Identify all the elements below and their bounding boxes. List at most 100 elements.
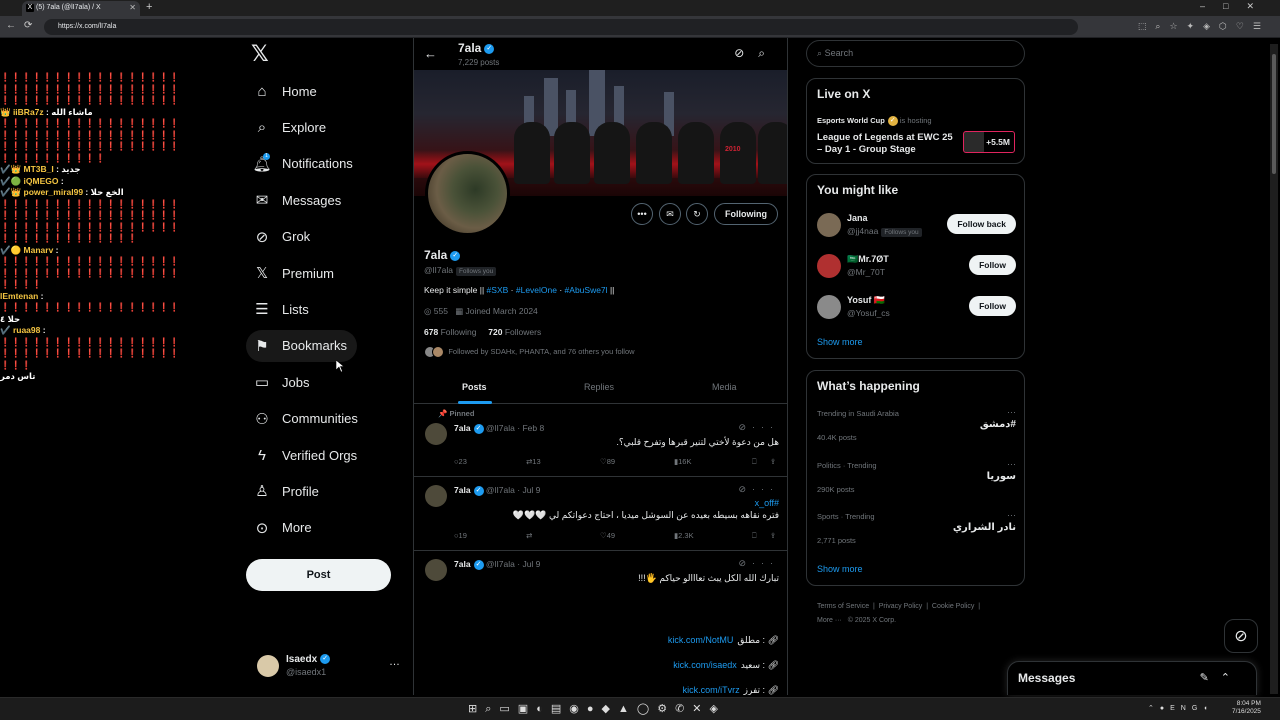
file-explorer-icon[interactable]: ▤ (551, 703, 569, 715)
trend-more-icon[interactable]: ··· (1007, 510, 1016, 520)
app-icon[interactable]: ✕ (692, 703, 709, 715)
tweet-avatar[interactable] (425, 485, 447, 507)
wtf-avatar[interactable] (817, 213, 841, 237)
terms-link[interactable]: Terms of Service (817, 603, 869, 610)
external-link[interactable]: kick.com/NotMU (668, 635, 734, 645)
nav-item-verified-orgs[interactable]: ϟ Verified Orgs (246, 439, 367, 471)
expand-icon[interactable]: ⌃ (1221, 672, 1242, 684)
window-controls[interactable]: –□✕ (1200, 1, 1272, 12)
edge-icon[interactable]: ◐ (536, 703, 551, 715)
follow-button[interactable]: Follow (969, 255, 1016, 275)
more-options-icon[interactable]: ••• (631, 203, 653, 225)
widgets-icon[interactable]: ▣ (518, 703, 536, 715)
views-action[interactable]: ▮ 2.3K (674, 531, 694, 540)
taskbar-clock[interactable]: 8:04 PM 7/16/2025 (1232, 700, 1261, 716)
tab-posts[interactable]: Posts (462, 382, 487, 392)
tab-replies[interactable]: Replies (584, 382, 614, 392)
more-icon[interactable]: ··· (752, 422, 779, 432)
new-message-icon[interactable]: ✎ (1200, 672, 1221, 684)
scrollbar-thumb[interactable] (1272, 54, 1276, 174)
bio-hashtag-link[interactable]: #SXB (487, 285, 509, 295)
post-button[interactable]: Post (246, 559, 391, 591)
live-host-name[interactable]: Esports World Cup (817, 116, 885, 125)
wtf-name[interactable]: Jana (847, 213, 868, 223)
following-link[interactable]: 678 Following (424, 327, 476, 337)
tweet[interactable]: 7ala ✓ @lI7ala · Jul 9 ⊘··· تبارك الله ال… (414, 551, 787, 695)
wtf-user[interactable]: 🇸🇦Mr.7ØT @Mr_70T Follow (817, 250, 1016, 282)
nav-item-bookmarks[interactable]: ⚑ Bookmarks (246, 329, 358, 362)
task-view-icon[interactable]: ▭ (499, 703, 517, 715)
trend-more-icon[interactable]: ··· (1007, 407, 1016, 417)
nav-item-jobs[interactable]: ▭ Jobs (246, 366, 319, 398)
app-icon[interactable]: ◯ (637, 703, 657, 715)
privacy-link[interactable]: Privacy Policy (879, 603, 923, 610)
page-scrollbar[interactable] (1270, 44, 1278, 694)
chevron-up-icon[interactable]: ⌃ (1148, 705, 1160, 712)
profile-avatar[interactable] (425, 151, 510, 236)
bookmark-icon[interactable]: ⎕ (752, 457, 757, 467)
app-icon[interactable]: ◈ (710, 703, 726, 715)
nav-item-home[interactable]: ⌂ Home (246, 75, 327, 107)
repost-action[interactable]: ⇄ 13 (526, 457, 541, 466)
repost-action[interactable]: ⇄ (526, 531, 532, 540)
follow-button[interactable]: Follow (969, 296, 1016, 316)
account-switcher[interactable]: Isaedx ✓ @isaedx1 … (255, 650, 405, 684)
grok-icon[interactable]: ⊘ (738, 558, 752, 568)
tweet-author[interactable]: 7ala (454, 485, 471, 495)
trend-item[interactable]: Sports · Trending ··· نادر الشراري 2,771 po… (817, 510, 1016, 558)
header-actions[interactable]: ⊘⌕ (734, 46, 779, 61)
reply-action[interactable]: ○ 19 (454, 531, 467, 540)
tab-media[interactable]: Media (712, 382, 737, 392)
messages-drawer[interactable]: Messages ✎⌃ (1007, 661, 1257, 695)
more-icon[interactable]: ··· (752, 558, 779, 568)
external-link[interactable]: kick.com/iTvrz (683, 685, 740, 695)
trend-item[interactable]: Politics · Trending ··· سوريا 290K posts (817, 459, 1016, 507)
taskbar-search-icon[interactable]: ⌕ (485, 703, 499, 715)
account-more-icon[interactable]: … (389, 656, 400, 668)
followed-by[interactable]: Followed by SDAHx, PHANTA, and 76 others… (424, 346, 635, 358)
nav-item-profile[interactable]: ♙ Profile (246, 475, 329, 507)
subscribe-notify-icon[interactable]: ↻ (686, 203, 708, 225)
nav-item-grok[interactable]: ⊘ Grok (246, 221, 320, 253)
views-action[interactable]: ▮ 16K (674, 457, 692, 466)
wtf-user[interactable]: Yosuf 🇴🇲 @Yosuf_cs Follow (817, 291, 1016, 323)
tweet-actions-top[interactable]: ⊘··· (738, 484, 779, 495)
trend-more-icon[interactable]: ··· (1007, 459, 1016, 469)
like-action[interactable]: ♡ 49 (600, 531, 615, 540)
x-logo-icon[interactable]: 𝕏 (251, 43, 273, 65)
cookie-link[interactable]: Cookie Policy (932, 603, 974, 610)
grok-icon[interactable]: ⊘ (734, 46, 758, 60)
steam-icon[interactable]: ⚙ (657, 703, 675, 715)
reply-action[interactable]: ○ 23 (454, 457, 467, 466)
like-action[interactable]: ♡ 89 (600, 457, 615, 466)
url-field[interactable]: https://x.com/lI7ala (44, 19, 1078, 35)
bio-hashtag-link[interactable]: #AbuSwe7l (565, 285, 608, 295)
windows-start-icon[interactable]: ⊞ (468, 703, 485, 715)
nav-item-more[interactable]: ⊙ More (246, 512, 322, 544)
tweet-author[interactable]: 7ala (454, 423, 471, 433)
tweet-hashtag[interactable]: #x_off (755, 498, 779, 508)
share-icon[interactable]: ⇪ (770, 531, 776, 540)
wtf-name[interactable]: Yosuf 🇴🇲 (847, 295, 885, 306)
nav-item-notifications[interactable]: 🔔︎ 1 Notifications (246, 148, 363, 180)
language-indicator[interactable]: ENG (1170, 705, 1203, 712)
trends-show-more[interactable]: Show more (817, 564, 863, 574)
wtf-user[interactable]: Jana @jj4naa Follows you Follow back (817, 209, 1016, 241)
live-viewers-badge[interactable]: +5.5M (963, 131, 1015, 153)
back-arrow-icon[interactable]: ← (424, 46, 437, 61)
footer-more-link[interactable]: More ··· (817, 617, 842, 624)
nav-item-communities[interactable]: ⚇ Communities (246, 403, 368, 435)
app-icon[interactable]: ▲ (618, 703, 637, 715)
message-envelope-icon[interactable]: ✉ (659, 203, 681, 225)
tweet-date[interactable]: · Feb 8 (517, 423, 544, 433)
tweet-avatar[interactable] (425, 423, 447, 445)
tweet-date[interactable]: · Jul 9 (517, 559, 540, 569)
grok-icon[interactable]: ⊘ (738, 422, 752, 432)
new-tab-icon[interactable]: + (146, 1, 152, 13)
follow-button[interactable]: Follow back (947, 214, 1016, 234)
wtf-avatar[interactable] (817, 295, 841, 319)
discord-icon[interactable]: ◉ (569, 703, 587, 715)
grok-icon[interactable]: ⊘ (738, 484, 752, 494)
share-icon[interactable]: ⇪ (770, 457, 776, 466)
taskbar-app-icons[interactable]: ⊞⌕▭▣◐▤◉●◆▲◯⚙✆✕◈ (468, 702, 726, 716)
